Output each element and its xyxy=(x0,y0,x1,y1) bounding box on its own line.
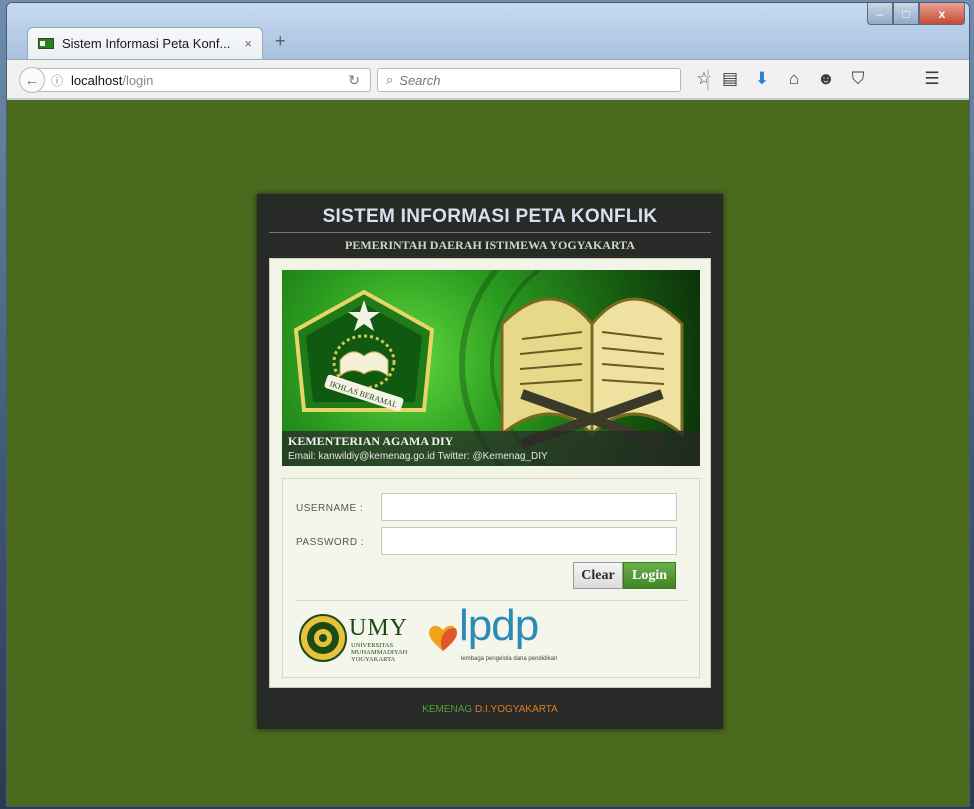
page-subtitle: PEMERINTAH DAERAH ISTIMEWA YOGYAKARTA xyxy=(345,238,635,252)
maximize-icon: □ xyxy=(902,6,910,21)
username-label: USERNAME : xyxy=(296,503,364,514)
footer-kemenag: KEMENAG xyxy=(422,704,473,715)
browser-window: Sistem Informasi Peta Konf... × + – □ x … xyxy=(6,2,970,807)
maximize-button[interactable]: □ xyxy=(893,3,919,25)
footer: KEMENAG D.I.YOGYAKARTA xyxy=(257,704,723,715)
close-window-button[interactable]: x xyxy=(919,3,965,25)
search-input[interactable] xyxy=(399,72,650,88)
url-path: /login xyxy=(122,72,154,88)
back-button[interactable]: ← xyxy=(19,67,45,93)
umy-logo-subtext: UNIVERSITAS MUHAMMADIYAH YOGYAKARTA xyxy=(351,642,407,663)
bookmark-star-icon[interactable]: ☆ xyxy=(693,69,715,89)
lpdp-logo-text: lpdp xyxy=(459,601,539,650)
lpdp-logo-subtext: lembaga pengelola dana pendidikan xyxy=(461,656,558,662)
browser-tab[interactable]: Sistem Informasi Peta Konf... × xyxy=(27,27,263,59)
password-label: PASSWORD : xyxy=(296,537,365,548)
umy-sub-line-3: YOGYAKARTA xyxy=(351,656,396,663)
minimize-icon: – xyxy=(876,6,884,21)
address-bar[interactable]: ⓘ localhost/login ↻ xyxy=(31,68,371,92)
login-button[interactable]: Login xyxy=(623,562,676,589)
title-bar: Sistem Informasi Peta Konf... × + – □ x xyxy=(7,3,969,59)
login-form: USERNAME : PASSWORD : Clear Login UMY UN… xyxy=(282,478,700,678)
title-divider xyxy=(269,232,711,233)
login-panel: SISTEM INFORMASI PETA KONFLIK PEMERINTAH… xyxy=(257,194,723,729)
search-bar[interactable]: ⌕ xyxy=(377,68,681,92)
umy-sub-line-1: UNIVERSITAS xyxy=(351,642,394,649)
tab-close-icon[interactable]: × xyxy=(244,36,252,51)
clear-button[interactable]: Clear xyxy=(573,562,623,589)
new-tab-button[interactable]: + xyxy=(275,31,286,52)
pocket-icon[interactable]: ⛉ xyxy=(847,69,869,89)
search-icon: ⌕ xyxy=(386,72,394,87)
back-arrow-icon: ← xyxy=(24,71,40,89)
home-icon[interactable]: ⌂ xyxy=(783,69,805,89)
banner-caption: KEMENTERIAN AGAMA DIY Email: kanwildiy@k… xyxy=(282,431,700,466)
url-host: localhost xyxy=(71,72,123,88)
umy-seal-icon xyxy=(299,614,347,662)
hamburger-menu-icon[interactable]: ☰ xyxy=(921,69,943,89)
bookmarks-menu-icon[interactable]: ▤ xyxy=(719,69,741,89)
tab-title: Sistem Informasi Peta Konf... xyxy=(62,36,231,51)
page-title: SISTEM INFORMASI PETA KONFLIK xyxy=(322,206,658,227)
username-input[interactable] xyxy=(381,493,677,521)
reload-icon[interactable]: ↻ xyxy=(348,72,360,89)
banner-caption-text: Email: kanwildiy@kemenag.go.id Twitter: … xyxy=(288,451,548,462)
download-icon[interactable]: ⬇ xyxy=(751,69,773,89)
login-card: IKHLAS BERAMAL KEMENTERIAN AGAMA DIY Ema… xyxy=(269,258,711,688)
banner-image: IKHLAS BERAMAL KEMENTERIAN AGAMA DIY Ema… xyxy=(282,270,700,466)
umy-sub-line-2: MUHAMMADIYAH xyxy=(351,649,408,656)
footer-location: D.I.YOGYAKARTA xyxy=(472,704,558,715)
toolbar-separator xyxy=(707,70,709,90)
navigation-toolbar: ⓘ localhost/login ↻ ← ⌕ ☆ ▤ ⬇ ⌂ ☻ ⛉ ☰ xyxy=(7,59,969,99)
chat-icon[interactable]: ☻ xyxy=(815,69,837,89)
banner-caption-title: KEMENTERIAN AGAMA DIY xyxy=(288,434,454,448)
minimize-button[interactable]: – xyxy=(867,3,893,25)
info-icon[interactable]: ⓘ xyxy=(51,72,63,89)
close-icon: x xyxy=(938,6,946,21)
lpdp-heart-icon xyxy=(429,625,457,651)
password-input[interactable] xyxy=(381,527,677,555)
umy-logo-text: UMY xyxy=(349,615,409,641)
favicon-icon xyxy=(38,38,54,49)
page-content: SISTEM INFORMASI PETA KONFLIK PEMERINTAH… xyxy=(7,100,969,806)
